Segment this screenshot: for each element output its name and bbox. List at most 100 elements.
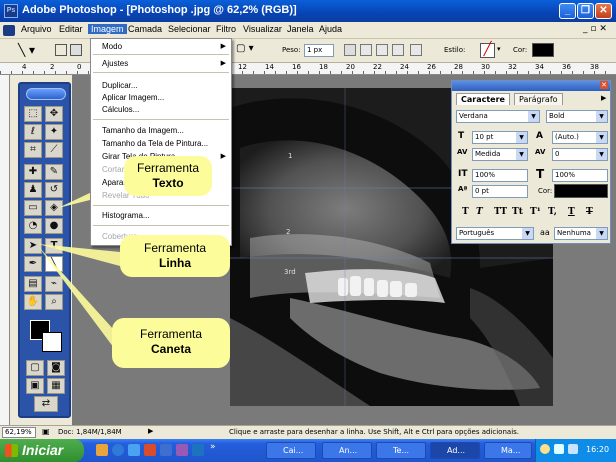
menu-separator bbox=[93, 205, 229, 206]
tracking-icon: AV bbox=[535, 148, 546, 156]
callout-ferramenta-texto: Ferramenta Texto bbox=[124, 156, 212, 196]
baseline-shift-input[interactable]: 0 pt bbox=[472, 185, 528, 198]
antialias-value: Nenhuma bbox=[557, 229, 591, 237]
menu-item-aplicar-imagem[interactable]: Aplicar Imagem... bbox=[102, 93, 164, 102]
vertical-scale-icon: IT bbox=[458, 169, 468, 179]
taskbar-button[interactable]: Ma... bbox=[484, 442, 532, 459]
quick-launch-icon[interactable] bbox=[144, 444, 156, 456]
quick-launch-icon[interactable] bbox=[96, 444, 108, 456]
submenu-arrow-icon: ▶ bbox=[220, 43, 226, 50]
chevron-down-icon: ▼ bbox=[516, 132, 527, 143]
tray-icon[interactable] bbox=[540, 444, 550, 454]
kerning-select[interactable]: Medida ▼ bbox=[472, 148, 528, 161]
quick-launch-icon[interactable] bbox=[176, 444, 188, 456]
callout-line2: Texto bbox=[152, 176, 184, 190]
menu-item-ajustes[interactable]: Ajustes bbox=[102, 59, 128, 68]
menu-item-tamanho-tela[interactable]: Tamanho da Tela de Pintura... bbox=[102, 139, 208, 148]
tracking-select[interactable]: 0 ▼ bbox=[552, 148, 608, 161]
vertical-scale-input[interactable]: 100% bbox=[472, 169, 528, 182]
status-bar: 62,19% ▣ Doc: 1,84M/1,84M ▶ Clique e arr… bbox=[0, 425, 616, 439]
panel-menu-icon[interactable]: ▶ bbox=[601, 94, 606, 102]
doc-icon: ▣ bbox=[42, 427, 50, 436]
faux-bold-button[interactable]: T bbox=[462, 207, 469, 217]
all-caps-button[interactable]: TT bbox=[494, 207, 507, 217]
chevron-down-icon: ▼ bbox=[596, 111, 607, 122]
tab-caractere[interactable]: Caractere bbox=[456, 93, 510, 105]
submenu-arrow-icon: ▶ bbox=[220, 153, 226, 160]
status-arrow-icon[interactable]: ▶ bbox=[148, 427, 153, 435]
system-tray: 16:20 bbox=[535, 439, 616, 462]
menu-item-modo[interactable]: Modo bbox=[102, 42, 122, 51]
chevron-down-icon: ▼ bbox=[516, 149, 527, 160]
submenu-arrow-icon: ▶ bbox=[220, 60, 226, 67]
clock: 16:20 bbox=[586, 445, 610, 454]
superscript-button[interactable]: T¹ bbox=[530, 207, 541, 217]
horizontal-scale-input[interactable]: 100% bbox=[552, 169, 608, 182]
leading-select[interactable]: (Auto.) ▼ bbox=[552, 131, 608, 144]
taskbar-button[interactable]: Cai... bbox=[266, 442, 316, 459]
panel-close-icon[interactable]: ✕ bbox=[600, 81, 608, 89]
taskbar-button[interactable]: Te... bbox=[376, 442, 426, 459]
chevron-down-icon: ▼ bbox=[596, 132, 607, 143]
strikethrough-button[interactable]: T bbox=[586, 207, 593, 217]
quick-launch: » bbox=[92, 442, 242, 458]
chevron-down-icon: ▼ bbox=[522, 228, 533, 239]
panel-header[interactable]: ✕ bbox=[452, 81, 610, 91]
text-color-label: Cor: bbox=[538, 187, 553, 195]
font-style-select[interactable]: Bold ▼ bbox=[546, 110, 608, 123]
menu-item-histograma[interactable]: Histograma... bbox=[102, 211, 150, 220]
text-color-swatch[interactable] bbox=[554, 184, 608, 198]
subscript-button[interactable]: T, bbox=[548, 207, 557, 217]
font-size-select[interactable]: 10 pt ▼ bbox=[472, 131, 528, 144]
baseline-shift-icon: Aª bbox=[458, 185, 468, 193]
antialias-select[interactable]: Nenhuma ▼ bbox=[554, 227, 608, 240]
quick-launch-icon[interactable] bbox=[112, 444, 124, 456]
menu-item-tamanho-imagem[interactable]: Tamanho da Imagem... bbox=[102, 126, 184, 135]
callout-line1: Ferramenta bbox=[136, 161, 200, 175]
taskbar-button[interactable]: An... bbox=[322, 442, 372, 459]
small-caps-button[interactable]: Tt bbox=[512, 207, 523, 217]
antialias-icon: aa bbox=[540, 228, 550, 237]
menu-separator bbox=[93, 72, 229, 73]
start-button[interactable]: Iniciar bbox=[0, 439, 84, 462]
chevron-down-icon: ▼ bbox=[596, 228, 607, 239]
windows-taskbar: Iniciar » Cai... An... Te... Ad... Ma...… bbox=[0, 439, 616, 462]
taskbar-button-active[interactable]: Ad... bbox=[430, 442, 480, 459]
language-value: Português bbox=[459, 229, 495, 237]
menu-separator bbox=[93, 54, 229, 55]
font-family-select[interactable]: Verdana ▼ bbox=[456, 110, 540, 123]
chevron-down-icon: ▼ bbox=[528, 111, 539, 122]
windows-logo-icon bbox=[5, 444, 18, 457]
font-family-value: Verdana bbox=[459, 112, 488, 120]
underline-button[interactable]: T bbox=[568, 207, 575, 217]
chevron-down-icon: ▼ bbox=[596, 149, 607, 160]
leading-value: (Auto.) bbox=[555, 133, 579, 141]
quick-launch-icon[interactable] bbox=[128, 444, 140, 456]
imagem-dropdown-menu: Modo ▶ Ajustes ▶ Duplicar... Aplicar Ima… bbox=[90, 38, 232, 246]
kerning-icon: AV bbox=[457, 148, 468, 156]
callout-line2: Linha bbox=[159, 256, 191, 270]
faux-italic-button[interactable]: T bbox=[476, 207, 483, 217]
horizontal-scale-icon: T bbox=[536, 167, 545, 181]
volume-icon[interactable] bbox=[568, 444, 578, 454]
character-panel: ✕ Caractere Parágrafo ▶ Verdana ▼ Bold ▼ T… bbox=[451, 80, 611, 244]
text-format-buttons: T T TT Tt T¹ T, T T bbox=[462, 207, 610, 221]
font-style-value: Bold bbox=[549, 112, 565, 120]
quick-launch-more-icon[interactable]: » bbox=[210, 442, 216, 452]
zoom-field[interactable]: 62,19% bbox=[2, 427, 36, 438]
quick-launch-icon[interactable] bbox=[160, 444, 172, 456]
start-label: Iniciar bbox=[22, 442, 64, 458]
kerning-value: Medida bbox=[475, 150, 501, 158]
callout-line1: Ferramenta bbox=[143, 241, 207, 255]
menu-item-calculos[interactable]: Cálculos... bbox=[102, 105, 139, 114]
language-select[interactable]: Português ▼ bbox=[456, 227, 534, 240]
tray-icon[interactable] bbox=[554, 444, 564, 454]
callout-line1: Ferramenta bbox=[139, 327, 203, 341]
menu-separator bbox=[93, 119, 229, 120]
callout-ferramenta-linha: Ferramenta Linha bbox=[120, 235, 230, 277]
menu-item-duplicar[interactable]: Duplicar... bbox=[102, 81, 138, 90]
tab-paragrafo[interactable]: Parágrafo bbox=[514, 93, 563, 105]
quick-launch-icon[interactable] bbox=[192, 444, 204, 456]
callout-ferramenta-caneta: Ferramenta Caneta bbox=[112, 318, 230, 368]
status-hint: Clique e arraste para desenhar a linha. … bbox=[229, 428, 520, 436]
